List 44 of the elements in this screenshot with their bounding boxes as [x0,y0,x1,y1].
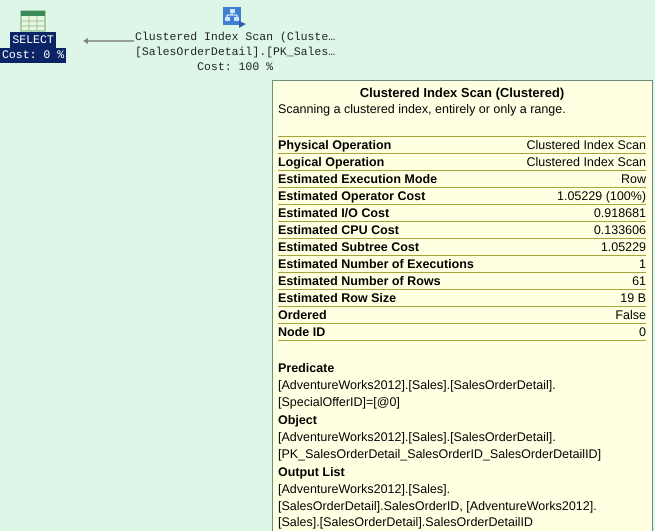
property-label: Physical Operation [278,137,392,153]
operator-name: SELECT [10,32,56,48]
property-label: Estimated Execution Mode [278,171,438,187]
section-text: [Sales].[SalesOrderDetail].SalesOrderDetailID [278,514,534,530]
property-label: Estimated Operator Cost [278,188,426,204]
property-value: 1.05229 (100%) [557,188,646,204]
property-label: Estimated I/O Cost [278,205,390,221]
section-text: [SalesOrderDetail].SalesOrderID, [AdventureWorks2012]. [278,498,598,514]
tooltip-description: Scanning a clustered index, entirely or only a range. [278,101,567,117]
section-heading: Output List [278,464,346,481]
section-text: [AdventureWorks2012].[Sales].[SalesOrderDetail]. [278,429,557,446]
property-value: Clustered Index Scan [526,154,646,170]
property-value: 1 [639,256,646,272]
property-label: Estimated Row Size [278,290,396,306]
section-text: [SpecialOfferID]=[@0] [278,394,401,410]
property-label: Logical Operation [278,154,384,170]
section-text: [PK_SalesOrderDetail_SalesOrderID_SalesOrderDetailID] [278,446,602,462]
property-value: False [615,307,646,323]
operator-name: Clustered Index Scan (Cluste… [134,30,336,45]
property-value: 0 [639,324,646,340]
property-value: 1.05229 [600,239,646,255]
property-value: Row [620,171,646,187]
section-heading: Object [278,412,318,429]
connector-arrow [83,38,134,44]
property-value: 19 B [620,290,646,306]
property-label: Ordered [278,307,327,323]
property-value: 0.918681 [594,205,646,221]
property-value: 61 [632,273,646,289]
property-label: Estimated CPU Cost [278,222,399,238]
section-text: [AdventureWorks2012].[Sales].[SalesOrderDetail]. [278,377,557,394]
tooltip-title: Clustered Index Scan (Clustered) [358,85,566,101]
operator-detail: Cost: 100 % [196,60,274,75]
property-value: 0.133606 [594,222,646,238]
operator-detail: [SalesOrderDetail].[PK_Sales… [134,45,336,60]
property-label: Estimated Number of Executions [278,256,474,272]
section-text: [AdventureWorks2012].[Sales]. [278,481,452,498]
table-icon [20,10,46,32]
section-heading: Predicate [278,360,336,377]
property-value: Clustered Index Scan [526,137,646,153]
property-label: Estimated Number of Rows [278,273,441,289]
index-scan-icon [222,5,248,29]
property-label: Node ID [278,324,326,340]
property-label: Estimated Subtree Cost [278,239,420,255]
operator-detail: Cost: 0 % [0,48,66,63]
